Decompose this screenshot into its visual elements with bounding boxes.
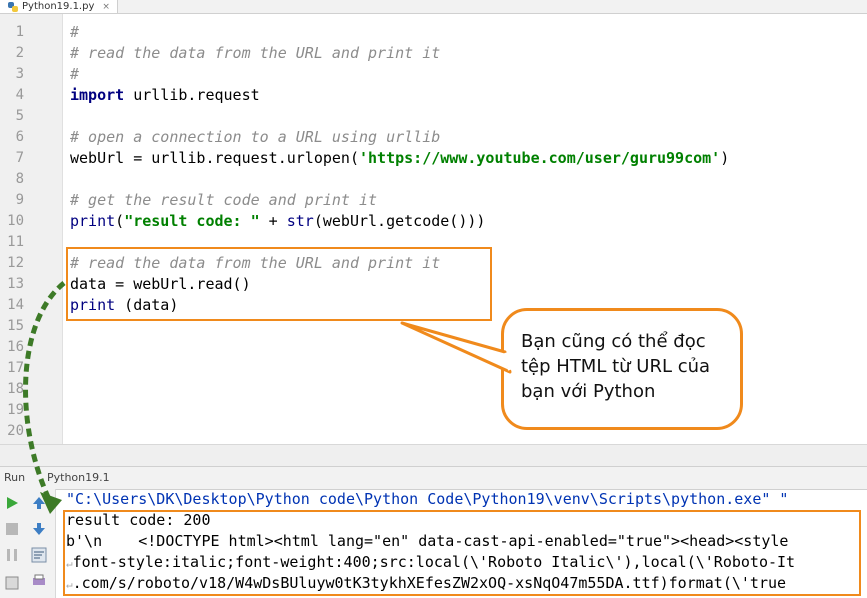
code-text: import urllib.request — [70, 85, 260, 106]
code-token: webUrl = urllib.request.urlopen( — [70, 149, 359, 167]
line-number: 5 — [15, 108, 24, 124]
line-number: 13 — [7, 276, 24, 292]
callout-line-1: Bạn cũng có thể đọc — [521, 331, 706, 352]
line-number: 12 — [7, 255, 24, 271]
code-text: # — [70, 22, 79, 43]
code-token: # open a connection to a URL using urlli… — [70, 128, 441, 146]
line-number: 6 — [15, 129, 24, 145]
line-number: 14 — [7, 297, 24, 313]
tab-filename: Python19.1.py — [22, 0, 95, 12]
callout-line-3: bạn với Python — [521, 381, 656, 402]
code-token: # read the data from the URL and print i… — [70, 44, 441, 62]
scroll-up-icon[interactable] — [31, 495, 47, 511]
run-toolbar — [0, 489, 56, 598]
console-line: "C:\Users\DK\Desktop\Python code\Python … — [66, 489, 867, 510]
highlight-box-console — [63, 510, 861, 596]
code-line: 6 # open a connection to a URL using urll… — [0, 127, 867, 148]
run-label[interactable]: Run — [4, 467, 25, 489]
code-line: 5 — [0, 106, 867, 127]
settings-icon[interactable] — [4, 575, 20, 591]
code-line: 1 # — [0, 22, 867, 43]
callout-line-2: tệp HTML từ URL của — [521, 356, 711, 377]
code-text: # open a connection to a URL using urlli… — [70, 127, 440, 148]
python-file-icon — [8, 1, 18, 12]
line-number: 16 — [7, 339, 24, 355]
editor-tab-bar: Python19.1.py × — [0, 0, 867, 14]
line-number: 11 — [7, 234, 24, 250]
code-text: print("result code: " + str(webUrl.getco… — [70, 211, 485, 232]
line-number: 4 — [15, 87, 24, 103]
run-config-name[interactable]: Python19.1 — [47, 467, 110, 489]
code-token: ( — [115, 212, 125, 230]
code-token: "result code: " — [124, 212, 260, 230]
scroll-down-icon[interactable] — [31, 521, 47, 537]
code-line: 10 print("result code: " + str(webUrl.get… — [0, 211, 867, 232]
code-token: import — [70, 86, 125, 104]
line-number: 17 — [7, 360, 24, 376]
print-icon[interactable] — [31, 573, 47, 589]
code-line: 3 # — [0, 64, 867, 85]
code-line: 4 import urllib.request — [0, 85, 867, 106]
code-token: 'https://www.youtube.com/user/guru99com' — [358, 149, 721, 167]
stop-icon[interactable] — [4, 521, 20, 537]
line-number: 2 — [15, 45, 24, 61]
code-token: # — [70, 65, 80, 83]
line-number: 18 — [7, 381, 24, 397]
code-token: str — [286, 212, 314, 230]
code-line: 8 — [0, 169, 867, 190]
line-number: 19 — [7, 402, 24, 418]
soft-wrap-icon[interactable] — [31, 547, 47, 563]
code-token: + — [259, 212, 287, 230]
code-line: 20 — [0, 421, 867, 442]
code-token: urllib.request — [124, 86, 260, 104]
code-token: # get the result code and print it — [70, 191, 378, 209]
code-text: webUrl = urllib.request.urlopen('https:/… — [70, 148, 729, 169]
code-line: 2 # read the data from the URL and print … — [0, 43, 867, 64]
code-text: # read the data from the URL and print i… — [70, 43, 440, 64]
line-number: 9 — [15, 192, 24, 208]
code-line: 7 webUrl = urllib.request.urlopen('https:… — [0, 148, 867, 169]
line-number: 1 — [15, 24, 24, 40]
highlight-box-code — [66, 247, 492, 321]
editor-tab-python19-1[interactable]: Python19.1.py × — [0, 0, 118, 13]
code-token: # — [70, 23, 80, 41]
close-tab-icon[interactable]: × — [102, 1, 110, 13]
pause-icon[interactable] — [4, 547, 20, 563]
console-text: "C:\Users\DK\Desktop\Python code\Python … — [66, 490, 789, 508]
line-number: 20 — [7, 423, 24, 439]
line-number: 8 — [15, 171, 24, 187]
code-line: 9 # get the result code and print it — [0, 190, 867, 211]
code-token: print — [70, 212, 116, 230]
line-number: 3 — [15, 66, 24, 82]
panel-divider[interactable] — [0, 444, 867, 467]
run-icon[interactable] — [4, 495, 20, 511]
line-number: 10 — [7, 213, 24, 229]
code-token: (webUrl.getcode())) — [313, 212, 486, 230]
code-text: # — [70, 64, 79, 85]
line-number: 7 — [15, 150, 24, 166]
code-text: # get the result code and print it — [70, 190, 377, 211]
run-tool-window-header: Run Python19.1 — [0, 466, 867, 490]
line-number: 15 — [7, 318, 24, 334]
callout-bubble: Bạn cũng có thể đọc tệp HTML từ URL của … — [501, 308, 743, 430]
code-token: ) — [720, 149, 730, 167]
